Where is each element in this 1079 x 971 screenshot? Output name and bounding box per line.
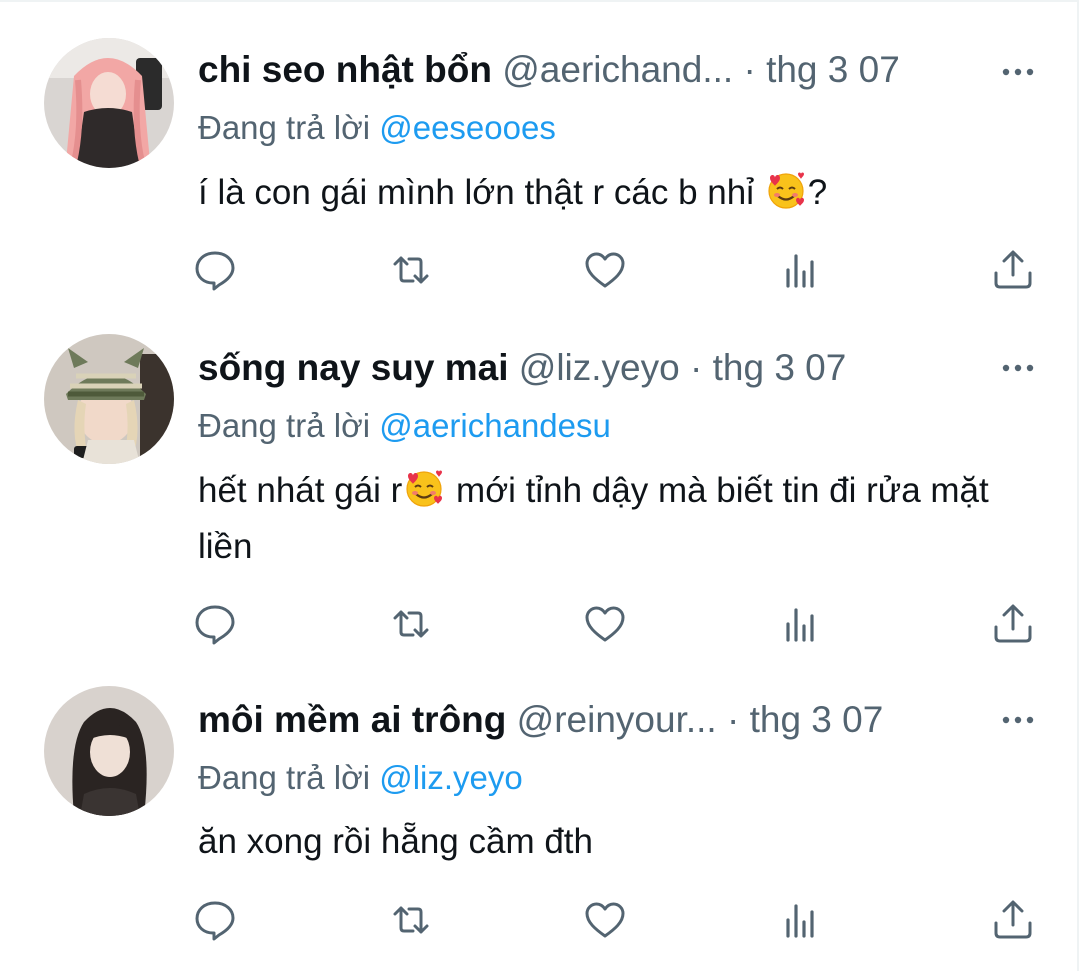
reply-icon[interactable] xyxy=(193,248,237,292)
tweet-text: ăn xong rồi hẵng cầm đth xyxy=(198,814,1048,870)
tweet-text: í là con gái mình lớn thật r các b nhỉ ? xyxy=(198,165,1048,221)
reply-icon[interactable] xyxy=(193,602,237,646)
like-icon[interactable] xyxy=(583,248,627,292)
more-options-icon[interactable] xyxy=(1000,702,1036,738)
tweet-text-start: í là con gái mình lớn thật r các b nhỉ xyxy=(198,173,764,212)
reply-prefix: Đang trả lời xyxy=(198,759,371,796)
separator-dot: · xyxy=(743,49,756,90)
avatar[interactable] xyxy=(44,38,174,168)
tweet-header: chi seo nhật bổn @aerichand... · thg 3 0… xyxy=(198,48,900,92)
reply-mention[interactable]: @liz.yeyo xyxy=(379,759,523,796)
separator-dot: · xyxy=(726,699,740,740)
tweet-1[interactable]: chi seo nhật bổn @aerichand... · thg 3 0… xyxy=(0,0,1079,320)
tweet-3[interactable]: môi mềm ai trông @reinyour... · thg 3 07… xyxy=(0,670,1079,971)
striped-beanie-avatar-image xyxy=(44,334,174,464)
avatar[interactable] xyxy=(44,686,174,816)
retweet-icon[interactable] xyxy=(389,248,433,292)
smiling-face-with-hearts-icon xyxy=(406,470,443,507)
tweet-header: sống nay suy mai @liz.yeyo · thg 3 07 xyxy=(198,346,846,390)
retweet-icon[interactable] xyxy=(389,602,433,646)
action-bar xyxy=(0,898,1079,942)
tweet-text: hết nhát gái r mới tỉnh dậy mà biết tin … xyxy=(198,463,1048,575)
share-icon[interactable] xyxy=(991,248,1035,292)
views-icon[interactable] xyxy=(782,602,826,646)
dark-hair-avatar-image xyxy=(44,686,174,816)
views-icon[interactable] xyxy=(782,898,826,942)
tweet-date[interactable]: thg 3 07 xyxy=(766,49,900,90)
share-icon[interactable] xyxy=(991,898,1035,942)
reply-context: Đang trả lời @eeseooes xyxy=(198,108,556,148)
reply-prefix: Đang trả lời xyxy=(198,407,371,444)
display-name[interactable]: chi seo nhật bổn xyxy=(198,49,492,90)
display-name[interactable]: sống nay suy mai xyxy=(198,347,509,388)
action-bar xyxy=(0,602,1079,646)
tweet-text-start: hết nhát gái r xyxy=(198,471,403,510)
more-options-icon[interactable] xyxy=(1000,54,1036,90)
user-handle[interactable]: @aerichand... xyxy=(502,49,733,90)
retweet-icon[interactable] xyxy=(389,898,433,942)
like-icon[interactable] xyxy=(583,602,627,646)
more-options-icon[interactable] xyxy=(1000,350,1036,386)
user-handle[interactable]: @reinyour... xyxy=(517,699,717,740)
tweet-text-end: ? xyxy=(807,173,828,212)
like-icon[interactable] xyxy=(583,898,627,942)
views-icon[interactable] xyxy=(782,248,826,292)
separator-dot: · xyxy=(690,347,703,388)
action-bar xyxy=(0,248,1079,292)
tweet-text-start: ăn xong rồi hẵng cầm đth xyxy=(198,822,593,861)
reply-context: Đang trả lời @liz.yeyo xyxy=(198,758,523,798)
reply-context: Đang trả lời @aerichandesu xyxy=(198,406,611,446)
display-name[interactable]: môi mềm ai trông xyxy=(198,699,506,740)
tweet-date[interactable]: thg 3 07 xyxy=(713,347,847,388)
tweet-date[interactable]: thg 3 07 xyxy=(750,699,884,740)
reply-mention[interactable]: @eeseooes xyxy=(379,109,556,146)
tweet-2[interactable]: sống nay suy mai @liz.yeyo · thg 3 07 Đa… xyxy=(0,320,1079,670)
tweet-header: môi mềm ai trông @reinyour... · thg 3 07 xyxy=(198,698,883,742)
pink-hair-avatar-image xyxy=(44,38,174,168)
smiling-face-with-hearts-icon xyxy=(768,172,804,209)
user-handle[interactable]: @liz.yeyo xyxy=(519,347,680,388)
reply-prefix: Đang trả lời xyxy=(198,109,371,146)
avatar[interactable] xyxy=(44,334,174,464)
reply-mention[interactable]: @aerichandesu xyxy=(379,407,611,444)
share-icon[interactable] xyxy=(991,602,1035,646)
reply-icon[interactable] xyxy=(193,898,237,942)
